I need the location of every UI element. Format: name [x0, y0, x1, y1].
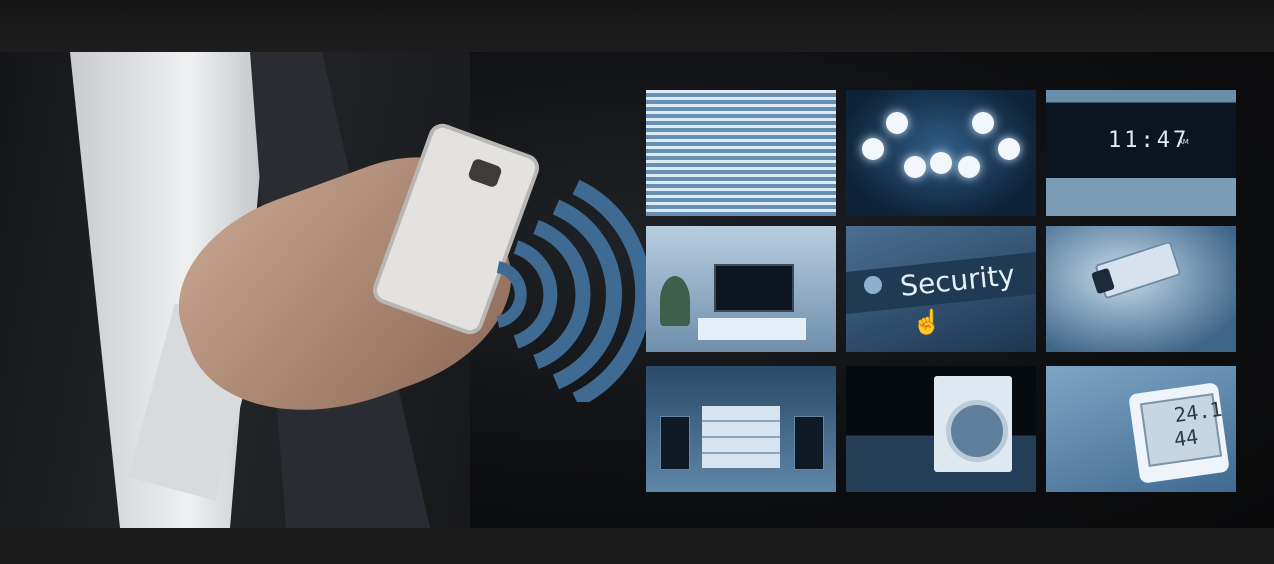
alarm-clock-tile: 11:47 AM — [1046, 90, 1236, 216]
tv-icon — [714, 264, 794, 312]
speaker-icon — [660, 416, 690, 470]
window-blinds-tile — [646, 90, 836, 216]
light-bulb — [886, 112, 908, 134]
smart-home-photo: 11:47 AM Security ☝ 24.1 44 — [0, 52, 1274, 528]
light-bulb — [904, 156, 926, 178]
washer-door-icon — [946, 400, 1008, 462]
washing-machine-tile — [846, 366, 1036, 492]
light-bulb — [862, 138, 884, 160]
speaker-icon — [794, 416, 824, 470]
clock-ampm: AM — [1178, 138, 1189, 146]
tv-stand — [698, 318, 806, 340]
stereo-system-tile — [646, 366, 836, 492]
hand-cursor-icon: ☝ — [912, 309, 942, 336]
light-bulb — [998, 138, 1020, 160]
light-bulb — [972, 112, 994, 134]
living-room-tv-tile — [646, 226, 836, 352]
amplifier — [702, 406, 780, 468]
light-bulb — [930, 152, 952, 174]
wifi-signal-icon — [496, 179, 646, 402]
humidity-reading: 44 — [1172, 424, 1200, 452]
security-dot-icon — [864, 276, 882, 294]
plant-icon — [660, 276, 690, 326]
thermometer-tile: 24.1 44 — [1046, 366, 1236, 492]
security-camera-tile — [1046, 226, 1236, 352]
security-button-tile: Security ☝ — [846, 226, 1036, 352]
ceiling-lamp-tile — [846, 90, 1036, 216]
blinds — [646, 90, 836, 216]
top-band — [0, 0, 1274, 52]
bottom-band — [0, 528, 1274, 564]
light-bulb — [958, 156, 980, 178]
